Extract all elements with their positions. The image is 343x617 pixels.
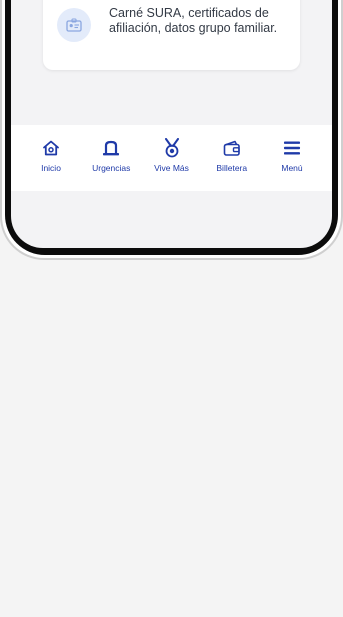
nav-label: Urgencias (92, 163, 131, 173)
siren-icon (100, 137, 122, 159)
nav-label: Billetera (216, 163, 248, 173)
nav-label: Inicio (41, 163, 61, 173)
card-description: Carné SURA, certificados de afiliación, … (109, 6, 278, 35)
phone-frame: Carné SURA, certificados de afiliación, … (0, 0, 343, 260)
background-area (0, 262, 343, 617)
nav-label: Vive Más (154, 163, 189, 173)
affiliation-card[interactable]: Carné SURA, certificados de afiliación, … (43, 0, 300, 70)
page: Carné SURA, certificados de afiliación, … (0, 0, 343, 617)
hamburger-menu-icon (281, 137, 303, 159)
medal-icon (161, 137, 183, 159)
home-icon (40, 137, 62, 159)
nav-label: Menú (281, 163, 303, 173)
phone-screen: Carné SURA, certificados de afiliación, … (11, 0, 332, 248)
nav-item-urgencias[interactable]: Urgencias (85, 125, 137, 191)
nav-item-inicio[interactable]: Inicio (25, 125, 77, 191)
bottom-navigation: Inicio Urgencias Vive Más Billetera Menú (11, 125, 332, 191)
nav-item-vive-mas[interactable]: Vive Más (146, 125, 198, 191)
nav-item-billetera[interactable]: Billetera (206, 125, 258, 191)
nav-item-menu[interactable]: Menú (266, 125, 318, 191)
id-card-icon (57, 8, 91, 42)
phone-bezel: Carné SURA, certificados de afiliación, … (5, 0, 338, 255)
wallet-icon (221, 137, 243, 159)
